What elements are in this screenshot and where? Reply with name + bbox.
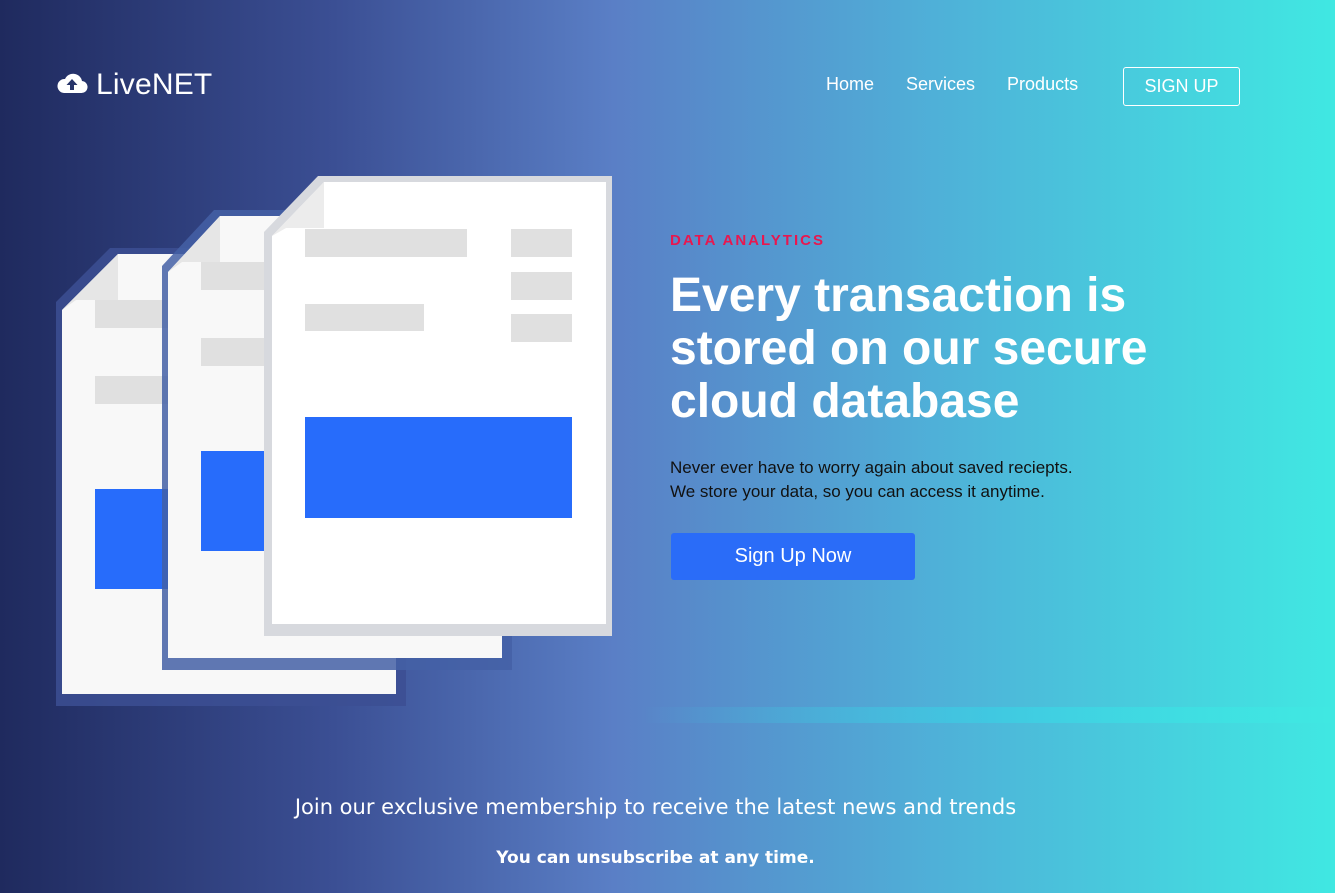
- headline-line: Every transaction is: [670, 269, 1127, 322]
- hero-headline: Every transaction is stored on our secur…: [670, 269, 1230, 428]
- description-line: Never ever have to worry again about sav…: [670, 458, 1073, 477]
- hero-description: Never ever have to worry again about sav…: [670, 456, 1230, 504]
- headline-line: cloud database: [670, 375, 1020, 428]
- newsletter-subtext: You can unsubscribe at any time.: [496, 848, 815, 868]
- nav-links: Home Services Products: [826, 74, 1078, 95]
- document-front: [264, 176, 612, 636]
- hero-eyebrow: DATA ANALYTICS: [670, 232, 825, 249]
- nav-link-products[interactable]: Products: [1007, 74, 1078, 95]
- hero-content: DATA ANALYTICS Every transaction is stor…: [670, 232, 1230, 504]
- sign-up-now-button[interactable]: Sign Up Now: [671, 533, 915, 580]
- newsletter-heading: Join our exclusive membership to receive…: [294, 795, 1017, 819]
- nav-link-services[interactable]: Services: [906, 74, 975, 95]
- headline-line: stored on our secure: [670, 322, 1148, 375]
- nav-link-home[interactable]: Home: [826, 74, 874, 95]
- stacked-documents-illustration: [56, 176, 612, 706]
- nav-signup-button[interactable]: SIGN UP: [1123, 67, 1240, 106]
- decorative-wave: [640, 707, 1335, 723]
- description-line: We store your data, so you can access it…: [670, 482, 1045, 501]
